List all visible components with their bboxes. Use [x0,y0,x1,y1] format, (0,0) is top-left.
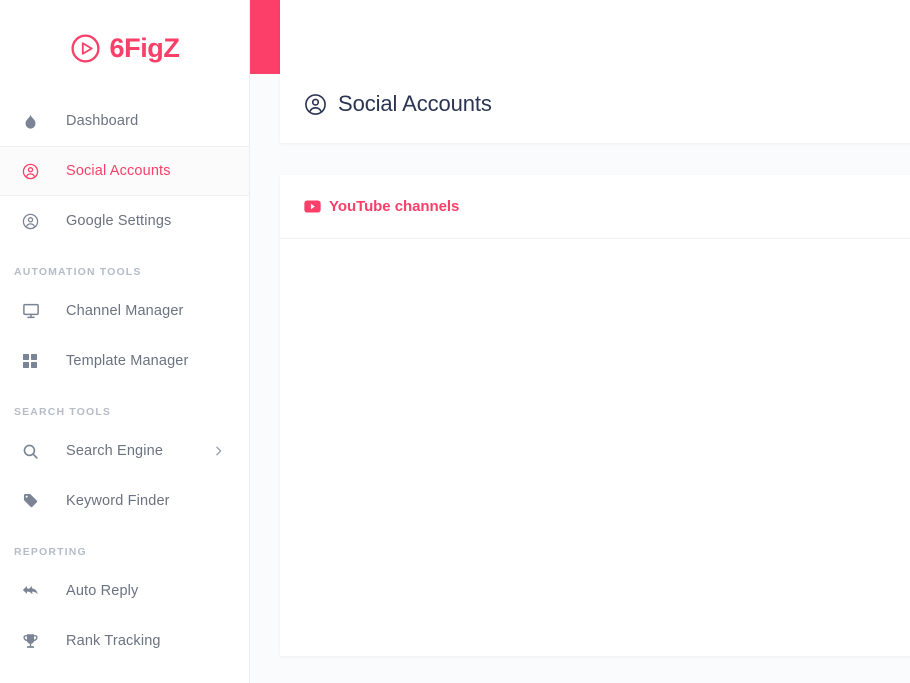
grid-icon [22,353,48,369]
sidebar-item-label: Google Settings [66,213,172,229]
brand-name: 6FigZ [109,32,180,63]
user-circle-icon [22,213,48,230]
page-title-text: Social Accounts [338,91,492,116]
tab-strip: YouTube channels [280,175,910,239]
sidebar-item-label: Search Engine [66,443,164,459]
sidebar-item-auto-reply[interactable]: Auto Reply [0,566,249,616]
reply-all-icon [22,582,48,600]
sidebar-item-label: Rank Tracking [66,633,161,649]
tab-youtube-channels[interactable]: YouTube channels [304,198,459,215]
chevron-right-icon[interactable] [212,445,225,458]
app-root: 6FigZ Dashboard Social Accounts Google S… [0,0,910,683]
brand-logo[interactable]: 6FigZ [0,0,249,96]
play-circle-icon [70,33,101,64]
social-accounts-panel: YouTube channels [280,175,910,656]
tag-icon [22,492,48,510]
monitor-icon [22,302,48,320]
sidebar-item-template-manager[interactable]: Template Manager [0,336,249,386]
sidebar-item-dashboard[interactable]: Dashboard [0,96,249,146]
sidebar-item-channel-manager[interactable]: Channel Manager [0,286,249,336]
sidebar-section-automation-tools: AUTOMATION TOOLS [14,266,142,278]
sidebar-item-google-settings[interactable]: Google Settings [0,196,249,246]
tab-label: YouTube channels [329,198,460,215]
sidebar-item-keyword-finder[interactable]: Keyword Finder [0,476,249,526]
sidebar-nav: Dashboard Social Accounts Google Setting… [0,96,249,666]
sidebar-section-search-tools: SEARCH TOOLS [14,406,112,418]
sidebar-item-label: Template Manager [66,353,189,369]
search-icon [22,443,48,460]
sidebar-item-label: Dashboard [66,113,139,129]
sidebar-item-label: Social Accounts [66,163,171,179]
sidebar-section-reporting: REPORTING [14,546,87,558]
trophy-icon [22,633,48,650]
youtube-icon [304,200,321,213]
sidebar-item-label: Channel Manager [66,303,184,319]
sidebar-item-label: Keyword Finder [66,493,170,509]
sidebar-item-search-engine[interactable]: Search Engine [0,426,249,476]
sidebar-item-rank-tracking[interactable]: Rank Tracking [0,616,249,666]
page-title: Social Accounts [304,91,492,117]
sidebar-item-social-accounts[interactable]: Social Accounts [0,146,249,196]
user-circle-icon [22,163,48,180]
sidebar: 6FigZ Dashboard Social Accounts Google S… [0,0,250,683]
tab-panel-body [280,239,910,655]
main-content: Social Accounts YouTube channels [250,0,910,683]
page-header-card: Social Accounts [280,0,910,143]
flame-icon [22,113,48,130]
sidebar-item-label: Auto Reply [66,583,139,599]
user-circle-icon [304,93,327,116]
